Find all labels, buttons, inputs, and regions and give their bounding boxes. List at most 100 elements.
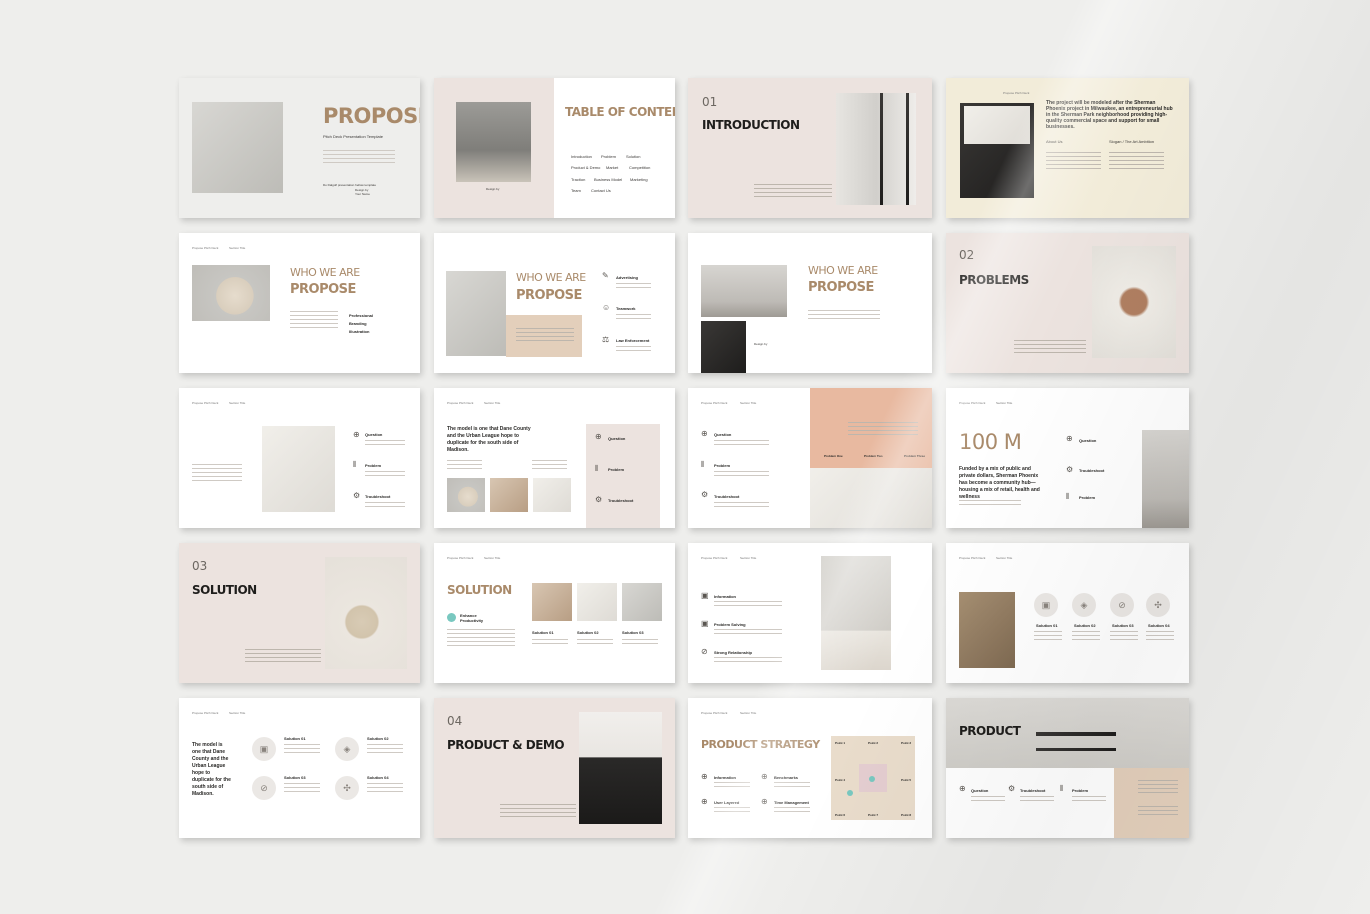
strategy-item: Benchmarks <box>774 775 799 780</box>
list-item: Problem <box>1079 495 1096 500</box>
header-left: Propose Pitch Deck <box>192 246 219 250</box>
slide-problem-list-1[interactable]: Propose Pitch Deck Section Title ⊕ Quest… <box>179 388 420 528</box>
tag: Branding <box>349 321 367 326</box>
body-lines <box>1046 152 1101 172</box>
toc-item: Solution <box>626 154 641 159</box>
tan-panel <box>1114 768 1189 838</box>
slide-introduction[interactable]: 01 INTRODUCTION <box>688 78 932 218</box>
toc-item: Competition <box>629 165 651 170</box>
body-lines <box>365 502 405 510</box>
solution-icon: ✣ <box>335 776 359 800</box>
strategy-point: Point 1 <box>835 741 846 745</box>
slide-problem-list-3[interactable]: Propose Pitch Deck Section Title ⊕ Quest… <box>688 388 932 528</box>
header-left: Propose Pitch Deck <box>701 556 728 560</box>
body-lines <box>1072 796 1106 804</box>
header-left: Propose Pitch Deck <box>959 556 986 560</box>
slide-problem-list-2[interactable]: Propose Pitch Deck Section Title The mod… <box>434 388 675 528</box>
list-item: Problem <box>365 463 382 468</box>
slide-solutions-quote[interactable]: Propose Pitch Deck Section Title The mod… <box>179 698 420 838</box>
question-icon: ⊕ <box>595 432 602 441</box>
slide-who-we-are-1[interactable]: Propose Pitch Deck Section Title WHO WE … <box>179 233 420 373</box>
user-icon: ⊕ <box>701 797 708 806</box>
body-lines <box>532 460 567 472</box>
slide-solutions-grid[interactable]: Propose Pitch Deck Section Title ▣ ◈ ⊘ ✣… <box>946 543 1189 683</box>
header-mid: Section Title <box>229 711 246 715</box>
body-lines <box>367 783 403 795</box>
megaphone-icon: ✎ <box>602 271 609 280</box>
troubleshoot-icon: ⚙ <box>353 491 361 500</box>
body-lines <box>1020 796 1054 804</box>
thumb-photo <box>490 478 528 512</box>
body-lines <box>1072 631 1100 643</box>
toc-item: Marketing <box>630 177 648 182</box>
solution-label: Solution 01 <box>1036 623 1058 628</box>
solution-label: Solution 01 <box>532 630 554 635</box>
shelf-unit <box>1036 748 1116 751</box>
slide-about-quote[interactable]: Propose Pitch Deck The project will be m… <box>946 78 1189 218</box>
list-item: Question <box>365 432 383 437</box>
body-lines <box>516 328 574 344</box>
solution-label: Solution 04 <box>367 775 389 780</box>
body-lines <box>245 649 321 665</box>
title-line2: PROPOSE <box>516 288 582 303</box>
shelf-frame <box>906 93 909 205</box>
list-item: Troubleshoot <box>1079 468 1105 473</box>
tag: Illustration <box>349 329 370 334</box>
slide-who-we-are-2[interactable]: WHO WE ARE PROPOSE ✎ Advertising ☺ Teamw… <box>434 233 675 373</box>
header-mid: Section Title <box>740 556 757 560</box>
list-item: Troubleshoot <box>1020 788 1046 793</box>
body-lines <box>323 150 395 166</box>
slide-who-we-are-3[interactable]: Design by WHO WE ARE PROPOSE <box>688 233 932 373</box>
slide-solution-list[interactable]: Propose Pitch Deck Section Title ▣ Infor… <box>688 543 932 683</box>
header-left: Propose Pitch Deck <box>192 711 219 715</box>
list-item: Problem Solving <box>714 622 746 627</box>
shirt-photo <box>192 102 283 193</box>
header-left: Propose Pitch Deck <box>701 711 728 715</box>
slide-title: TABLE OF CONTENT <box>565 105 675 119</box>
body-lines <box>714 807 750 815</box>
feature-item: Advertising <box>616 275 639 280</box>
header-left: Propose Pitch Deck <box>447 401 474 405</box>
productivity-icon <box>447 613 456 622</box>
feature-item: Law Enforcement <box>616 338 650 343</box>
list-item: Strong Relationship <box>714 650 752 655</box>
body-lines <box>714 440 769 448</box>
toc-item: Contact Us <box>591 188 611 193</box>
thumb-photo <box>447 478 485 512</box>
body-lines <box>616 314 651 322</box>
toc-item: Market <box>606 165 619 170</box>
panel-label: Problem One <box>824 454 843 458</box>
slide-propose-cover[interactable]: PROPOSE Pitch Deck Presentation Template… <box>179 78 420 218</box>
list-item: Problem <box>1072 788 1089 793</box>
slide-100m[interactable]: Propose Pitch Deck Section Title 100 M F… <box>946 388 1189 528</box>
bowl-photo <box>325 557 407 669</box>
slide-product[interactable]: PRODUCT ⊕ Question ⚙ Troubleshoot ⫴ Prob… <box>946 698 1189 838</box>
slide-product-demo[interactable]: 04 PRODUCT & DEMO <box>434 698 675 838</box>
problem-icon: ⫴ <box>1066 492 1070 501</box>
header-left: Propose Pitch Deck <box>192 401 219 405</box>
bottles-photo <box>579 712 662 824</box>
solution-label: Solution 01 <box>284 736 306 741</box>
body-lines <box>367 744 403 756</box>
tag: Professional <box>349 313 374 318</box>
book-photo <box>446 271 506 356</box>
chair-photo-2 <box>701 321 746 373</box>
solution-label: Solution 04 <box>1148 623 1170 628</box>
team-icon: ☺ <box>602 303 611 312</box>
slide-table-of-content[interactable]: TABLE OF CONTENT Introduction Problem So… <box>434 78 675 218</box>
body-lines <box>714 629 782 637</box>
slide-number: 02 <box>959 248 975 262</box>
slide-solution[interactable]: Propose Pitch Deck Section Title SOLUTIO… <box>434 543 675 683</box>
body-lines <box>577 639 613 647</box>
list-item: Question <box>714 432 732 437</box>
question-icon: ⊕ <box>701 429 708 438</box>
plate-photo <box>821 556 891 670</box>
troubleshoot-icon: ⚙ <box>595 495 603 504</box>
slide-product-strategy[interactable]: Propose Pitch Deck Section Title PRODUCT… <box>688 698 932 838</box>
problem-solving-icon: ▣ <box>701 619 709 628</box>
slide-solution-divider[interactable]: 03 SOLUTION <box>179 543 420 683</box>
slide-problems[interactable]: 02 PROBLEMS <box>946 233 1189 373</box>
body-lines <box>808 310 880 322</box>
body-lines <box>290 311 338 331</box>
col-heading: About Us <box>1046 139 1063 144</box>
